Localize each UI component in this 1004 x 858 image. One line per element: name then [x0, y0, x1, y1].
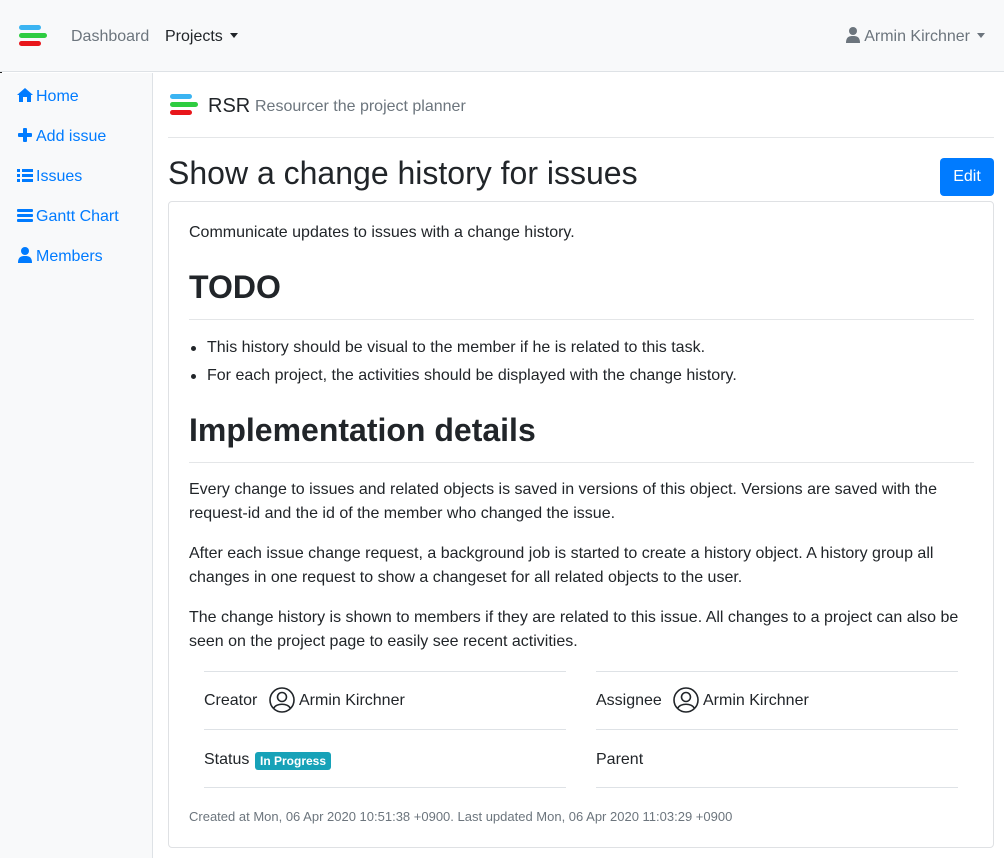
timestamps-note: Created at Mon, 06 Apr 2020 10:51:38 +09…	[189, 809, 733, 824]
sidebar-item-issues[interactable]: Issues	[17, 167, 82, 189]
sidebar-item-home[interactable]: Home	[17, 87, 79, 109]
assignee-label: Assignee	[596, 692, 662, 709]
divider	[204, 787, 566, 788]
top-navbar: Dashboard Projects Armin Kirchner	[0, 0, 1004, 72]
user-name-label: Armin Kirchner	[864, 28, 970, 45]
sidebar-item-add-issue[interactable]: Add issue	[17, 127, 106, 149]
todo-heading: TODO	[189, 269, 281, 305]
nav-projects-dropdown[interactable]: Projects	[165, 27, 238, 46]
list-item: For each project, the activities should …	[191, 367, 737, 384]
list-icon	[17, 169, 33, 182]
brand-logo[interactable]	[19, 25, 47, 49]
paragraph: Every change to issues and related objec…	[189, 481, 937, 522]
nav-dashboard-link[interactable]: Dashboard	[71, 27, 149, 46]
divider	[596, 671, 958, 672]
sidebar-item-members[interactable]: Members	[17, 247, 103, 269]
sidebar-item-label: Issues	[36, 168, 83, 185]
sidebar-item-label: Add issue	[36, 128, 107, 145]
divider	[596, 729, 958, 730]
chevron-down-icon	[229, 33, 238, 38]
sidebar-item-label: Gantt Chart	[36, 208, 119, 225]
sidebar-item-label: Home	[36, 88, 79, 105]
chevron-down-icon	[977, 33, 985, 38]
creator-name[interactable]: Armin Kirchner	[299, 691, 405, 711]
paragraph: The change history is shown to members i…	[189, 609, 959, 650]
user-icon	[846, 27, 861, 43]
assignee-name[interactable]: Armin Kirchner	[703, 691, 809, 711]
status-badge: In Progress	[255, 752, 332, 770]
home-icon	[17, 88, 33, 102]
plus-icon	[18, 128, 32, 142]
paragraph: After each issue change request, a backg…	[189, 545, 934, 586]
implementation-heading: Implementation details	[189, 412, 536, 448]
issue-title: Show a change history for issues	[168, 155, 638, 191]
user-menu-dropdown[interactable]: Armin Kirchner	[846, 27, 985, 46]
parent-label: Parent	[596, 751, 644, 768]
divider	[189, 462, 974, 463]
sidebar: Home Add issue Issues Gantt Chart Member…	[0, 73, 153, 858]
creator-label: Creator	[204, 692, 258, 709]
divider	[168, 137, 994, 138]
issue-card: Communicate updates to issues with a cha…	[168, 201, 994, 848]
status-label: Status	[204, 751, 250, 768]
app-name: RSR	[208, 95, 251, 117]
divider	[204, 729, 566, 730]
divider	[204, 671, 566, 672]
avatar-icon	[269, 687, 295, 713]
app-subtitle: Resourcer the project planner	[255, 98, 466, 115]
user-icon	[18, 247, 32, 263]
divider	[189, 319, 974, 320]
divider	[596, 787, 958, 788]
bars-icon	[17, 209, 33, 222]
sidebar-item-label: Members	[36, 248, 103, 265]
edit-button[interactable]: Edit	[940, 158, 994, 196]
avatar-icon	[673, 687, 699, 713]
nav-projects-label: Projects	[165, 28, 223, 45]
issue-intro: Communicate updates to issues with a cha…	[189, 224, 575, 241]
list-item: This history should be visual to the mem…	[190, 339, 706, 356]
sidebar-item-gantt-chart[interactable]: Gantt Chart	[17, 207, 119, 229]
app-logo	[170, 94, 198, 118]
